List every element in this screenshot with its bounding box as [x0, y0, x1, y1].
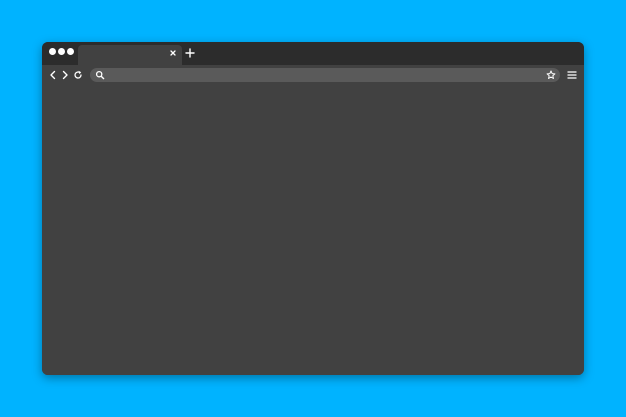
- tab-strip: [42, 42, 584, 65]
- window-dot: [67, 48, 74, 55]
- chevron-right-icon[interactable]: [60, 70, 70, 80]
- star-icon[interactable]: [546, 70, 556, 80]
- toolbar: [42, 65, 584, 85]
- plus-icon[interactable]: [185, 48, 195, 58]
- address-bar[interactable]: [90, 68, 560, 82]
- browser-window: [42, 42, 584, 375]
- page-content: [42, 85, 584, 375]
- url-input[interactable]: [108, 68, 538, 82]
- tab-active[interactable]: [78, 45, 182, 65]
- search-icon: [95, 70, 105, 80]
- three-dots-icon[interactable]: [49, 48, 75, 56]
- hamburger-menu-icon[interactable]: [567, 70, 577, 80]
- reload-icon[interactable]: [73, 70, 83, 80]
- window-dot: [49, 48, 56, 55]
- window-dot: [58, 48, 65, 55]
- chevron-left-icon[interactable]: [48, 70, 58, 80]
- close-icon[interactable]: [168, 48, 178, 58]
